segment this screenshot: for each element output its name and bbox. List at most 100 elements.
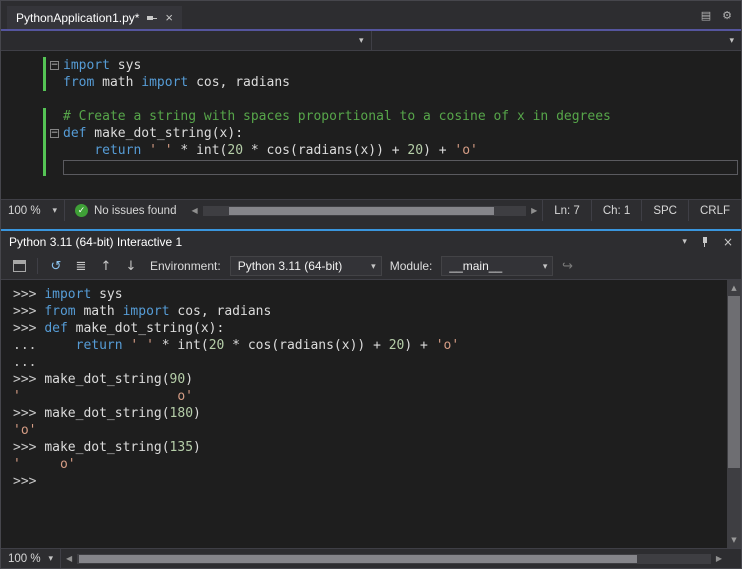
repl-horizontal-scrollbar[interactable] bbox=[77, 553, 711, 564]
code-line-text: return ' ' * int(20 * cos(radians(x)) + … bbox=[63, 142, 741, 159]
document-tab-title: PythonApplication1.py* bbox=[16, 10, 140, 25]
code-token: 135 bbox=[169, 440, 194, 455]
code-line-text: import sys bbox=[63, 57, 741, 74]
reset-repl-icon[interactable]: ↺ bbox=[45, 255, 67, 277]
environment-dropdown[interactable]: Python 3.11 (64-bit) ▾ bbox=[229, 256, 382, 276]
code-area[interactable]: − import sys from math import cos, radians… bbox=[1, 51, 741, 199]
code-token: def bbox=[44, 321, 68, 336]
repl-line: >>> make_dot_string(90) bbox=[13, 371, 727, 388]
module-dropdown[interactable]: __main__ ▾ bbox=[441, 256, 554, 276]
code-token: return bbox=[94, 143, 142, 158]
close-panel-icon[interactable]: × bbox=[723, 235, 733, 249]
repl-zoom-dropdown[interactable]: 100 % ▾ bbox=[1, 549, 61, 568]
pane-splitter[interactable] bbox=[1, 221, 741, 229]
repl-line: >>> import sys bbox=[13, 286, 727, 303]
breakpoint-margin[interactable] bbox=[1, 91, 43, 108]
code-token: 'o' bbox=[454, 143, 478, 158]
scrollbar-thumb[interactable] bbox=[228, 206, 494, 215]
scrollbar-thumb[interactable] bbox=[728, 296, 740, 468]
code-line[interactable]: # Create a string with spaces proportion… bbox=[1, 108, 741, 125]
fold-margin bbox=[46, 159, 63, 176]
toolbar-separator bbox=[37, 258, 38, 274]
code-line[interactable]: return ' ' * int(20 * cos(radians(x)) + … bbox=[1, 142, 741, 159]
breakpoint-margin[interactable] bbox=[1, 159, 43, 176]
repl-vertical-scrollbar[interactable]: ▲ ▼ bbox=[727, 280, 741, 548]
pin-tab-icon[interactable] bbox=[146, 13, 158, 23]
panel-title-bar[interactable]: Python 3.11 (64-bit) Interactive 1 ▾ × bbox=[1, 231, 741, 253]
code-token: >>> bbox=[13, 474, 37, 489]
editor-horizontal-scrollbar[interactable] bbox=[202, 205, 527, 216]
document-tab-strip: PythonApplication1.py* × ▤ ⚙ bbox=[1, 1, 741, 29]
status-line-endings[interactable]: CRLF bbox=[687, 200, 741, 221]
pin-panel-icon[interactable] bbox=[700, 236, 710, 248]
status-indent-mode[interactable]: SPC bbox=[641, 200, 688, 221]
scrollbar-corner bbox=[727, 549, 741, 568]
repl-line: ... bbox=[13, 354, 727, 371]
vs-window: PythonApplication1.py* × ▤ ⚙ ▾ ▾ − import… bbox=[0, 0, 742, 569]
code-line[interactable]: from math import cos, radians bbox=[1, 74, 741, 91]
fold-collapse-icon[interactable]: − bbox=[50, 61, 59, 70]
window-layout-icon[interactable]: ▤ bbox=[701, 9, 711, 22]
history-previous-icon[interactable]: ↑ bbox=[95, 255, 117, 277]
close-tab-icon[interactable]: × bbox=[165, 11, 173, 24]
chevron-down-icon: ▾ bbox=[371, 260, 376, 271]
repl-status-bar: 100 % ▾ ◀ ▶ bbox=[1, 548, 741, 568]
scroll-left-icon[interactable]: ◀ bbox=[61, 554, 77, 563]
code-token: import bbox=[63, 58, 110, 73]
code-token: sys bbox=[91, 287, 123, 302]
breakpoint-margin[interactable] bbox=[1, 57, 43, 74]
code-token: * cos(radians(x)) + bbox=[224, 338, 389, 353]
environment-label: Environment: bbox=[150, 259, 221, 273]
chevron-down-icon: ▾ bbox=[542, 260, 548, 271]
settings-gear-icon[interactable]: ⚙ bbox=[722, 9, 732, 22]
environment-value: Python 3.11 (64-bit) bbox=[237, 259, 343, 273]
repl-output[interactable]: >>> import sys >>> from math import cos, … bbox=[1, 280, 727, 548]
code-token: >>> bbox=[13, 321, 45, 336]
breakpoint-margin[interactable] bbox=[1, 74, 43, 91]
breakpoint-margin[interactable] bbox=[1, 108, 43, 125]
code-token: * int( bbox=[172, 143, 228, 158]
code-token: import bbox=[44, 287, 92, 302]
code-line[interactable] bbox=[1, 91, 741, 108]
document-health-indicator[interactable]: ✓ No issues found bbox=[65, 204, 186, 217]
status-column-number[interactable]: Ch: 1 bbox=[590, 200, 642, 221]
navbar-member-dropdown[interactable]: ▾ bbox=[372, 31, 742, 50]
code-token: ... bbox=[13, 355, 37, 370]
code-token: import bbox=[122, 304, 170, 319]
interactive-window-icon[interactable] bbox=[8, 255, 30, 277]
scroll-down-icon[interactable]: ▼ bbox=[727, 536, 741, 544]
breakpoint-margin[interactable] bbox=[1, 142, 43, 159]
scrollbar-thumb[interactable] bbox=[79, 554, 637, 563]
clear-screen-icon[interactable]: ≣ bbox=[70, 255, 92, 277]
scroll-up-icon[interactable]: ▲ bbox=[727, 284, 741, 292]
document-tab[interactable]: PythonApplication1.py* × bbox=[7, 6, 183, 29]
check-circle-icon: ✓ bbox=[75, 204, 88, 217]
status-line-number[interactable]: Ln: 7 bbox=[542, 200, 591, 221]
scroll-left-icon[interactable]: ◀ bbox=[186, 206, 202, 215]
code-token: 20 bbox=[407, 143, 424, 158]
code-line[interactable]: − def make_dot_string(x): bbox=[1, 125, 741, 142]
code-line[interactable] bbox=[1, 159, 741, 176]
breakpoint-margin[interactable] bbox=[1, 125, 43, 142]
panel-title-actions: ▾ × bbox=[682, 235, 733, 249]
code-token: ) bbox=[193, 440, 201, 455]
window-position-icon[interactable]: ▾ bbox=[682, 237, 687, 247]
history-next-icon[interactable]: ↓ bbox=[120, 255, 142, 277]
module-value: __main__ bbox=[449, 259, 503, 273]
code-token: >>> bbox=[13, 372, 45, 387]
navbar-scope-dropdown[interactable]: ▾ bbox=[1, 31, 372, 50]
repl-area: >>> import sys >>> from math import cos, … bbox=[1, 280, 741, 548]
code-token: 180 bbox=[169, 406, 194, 421]
code-token: return bbox=[75, 338, 123, 353]
chevron-down-icon: ▾ bbox=[52, 205, 57, 215]
send-to-repl-icon: ↪ bbox=[561, 258, 573, 274]
scroll-right-icon[interactable]: ▶ bbox=[526, 206, 542, 215]
code-token: 20 bbox=[388, 338, 405, 353]
code-token: ... bbox=[13, 338, 76, 353]
repl-line: >>> bbox=[13, 473, 727, 490]
code-token: >>> bbox=[13, 287, 45, 302]
editor-zoom-dropdown[interactable]: 100 % ▾ bbox=[1, 200, 65, 221]
code-line[interactable]: − import sys bbox=[1, 57, 741, 74]
fold-collapse-icon[interactable]: − bbox=[50, 129, 59, 138]
scroll-right-icon[interactable]: ▶ bbox=[711, 554, 727, 563]
